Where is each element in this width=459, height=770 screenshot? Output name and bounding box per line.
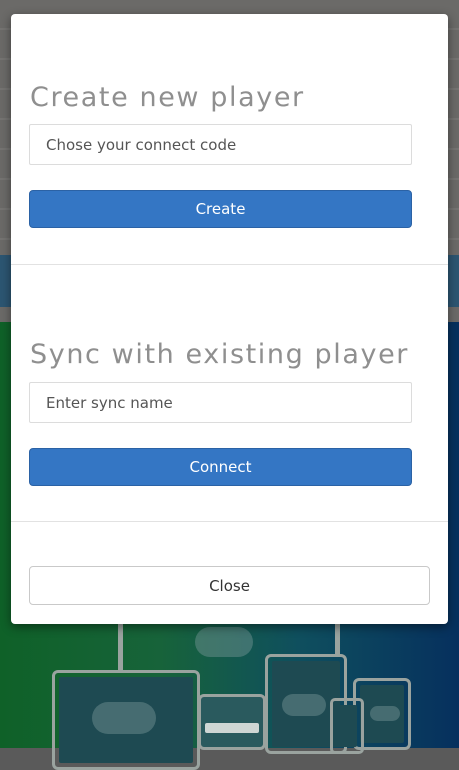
section-divider <box>11 264 448 265</box>
cloud-icon <box>195 627 253 657</box>
sync-name-input[interactable] <box>29 382 412 423</box>
footer-divider <box>11 521 448 522</box>
device-stand <box>118 622 123 670</box>
connect-code-input[interactable] <box>29 124 412 165</box>
close-button[interactable]: Close <box>29 566 430 605</box>
cloud-icon <box>92 702 156 734</box>
device-stand <box>335 622 340 656</box>
connect-button[interactable]: Connect <box>29 448 412 486</box>
desktop-icon <box>198 694 266 750</box>
sync-player-title: Sync with existing player <box>30 339 410 370</box>
create-button[interactable]: Create <box>29 190 412 228</box>
player-setup-modal: Create new player Create Sync with exist… <box>11 14 448 624</box>
cloud-icon <box>282 694 326 716</box>
phone-icon <box>330 698 364 754</box>
cloud-icon <box>370 706 400 721</box>
create-player-title: Create new player <box>30 82 305 113</box>
